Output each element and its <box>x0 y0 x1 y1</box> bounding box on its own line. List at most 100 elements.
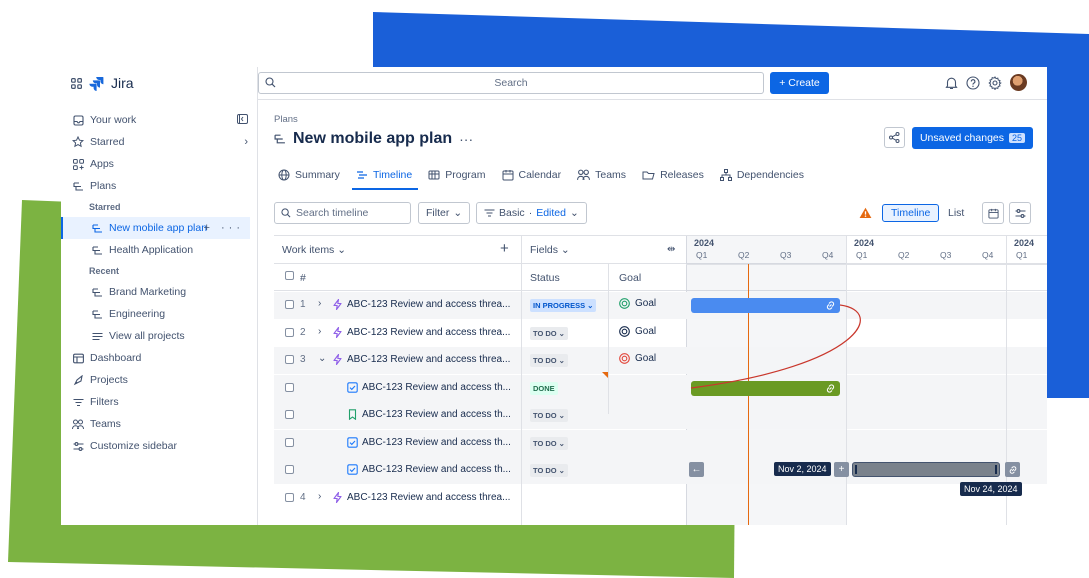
help-icon[interactable] <box>966 75 980 90</box>
drag-handle-end[interactable] <box>995 465 997 474</box>
global-search-input[interactable]: Search <box>258 72 764 94</box>
star-icon <box>72 136 84 148</box>
unsaved-changes-button[interactable]: Unsaved changes 25 <box>912 127 1033 149</box>
more-actions-button[interactable]: ··· <box>459 131 473 147</box>
table-row[interactable]: ABC-123 Review and access th... TO DO ⌄ <box>274 457 686 484</box>
timeline-bar-row-3d[interactable] <box>852 462 1000 477</box>
chevron-down-icon: ⌄ <box>558 356 565 365</box>
filter-button[interactable]: Filter ⌄ <box>418 202 471 224</box>
work-item-title[interactable]: ABC-123 Review and access threa... <box>347 327 510 338</box>
sidebar-item-view-all-projects[interactable]: View all projects <box>61 325 258 347</box>
expand-chevron-icon[interactable]: ⌄ <box>318 353 326 364</box>
sidebar-item-apps[interactable]: Apps <box>61 153 258 175</box>
sidebar-item-starred[interactable]: Starred › <box>61 131 258 153</box>
epic-type-icon <box>332 326 343 338</box>
fields-menu[interactable]: Fields ⌄ <box>530 244 570 256</box>
link-button[interactable] <box>1005 462 1020 477</box>
work-item-title[interactable]: ABC-123 Review and access th... <box>362 464 511 475</box>
table-row[interactable]: 1 › ABC-123 Review and access threa... IN P… <box>274 292 686 319</box>
scroll-to-bar-left-button[interactable]: ← <box>689 462 704 477</box>
table-row[interactable]: 4 › ABC-123 Review and access threa... <box>274 485 686 512</box>
warnings-button[interactable] <box>854 202 876 224</box>
add-date-button[interactable]: + <box>834 462 849 477</box>
settings-gear-icon[interactable] <box>988 75 1002 90</box>
status-lozenge[interactable]: TO DO ⌄ <box>530 409 568 422</box>
sidebar-item-health-application[interactable]: Health Application <box>61 239 258 261</box>
user-avatar[interactable] <box>1010 74 1027 91</box>
select-all-checkbox[interactable] <box>285 271 294 280</box>
tab-releases[interactable]: Releases <box>642 162 712 188</box>
expand-chevron-icon[interactable]: › <box>318 326 321 337</box>
row-checkbox[interactable] <box>285 492 294 502</box>
goal-target-icon <box>619 325 630 337</box>
sidebar-item-label: Plans <box>90 180 117 192</box>
topbar-actions <box>945 74 1027 91</box>
sidebar-item-brand-marketing[interactable]: Brand Marketing <box>61 281 258 303</box>
status-lozenge[interactable]: TO DO ⌄ <box>530 354 568 367</box>
row-checkbox[interactable] <box>285 410 294 419</box>
row-checkbox[interactable] <box>285 300 294 309</box>
search-timeline-input[interactable]: Search timeline <box>274 202 411 224</box>
status-lozenge[interactable]: TO DO ⌄ <box>530 436 568 450</box>
resize-columns-icon[interactable]: ⇹ <box>667 244 675 255</box>
sidebar-item-label: New mobile app plan <box>109 222 208 234</box>
table-row[interactable]: 3 ⌄ ABC-123 Review and access threa... TO D… <box>274 347 686 374</box>
work-item-title[interactable]: ABC-123 Review and access th... <box>362 437 511 448</box>
status-lozenge[interactable]: TO DO ⌄ <box>530 326 568 340</box>
goal-cell[interactable]: Goal <box>619 353 656 364</box>
goal-cell[interactable]: Goal <box>619 326 656 337</box>
notifications-bell-icon[interactable] <box>945 76 958 90</box>
tab-teams[interactable]: Teams <box>577 162 634 188</box>
sidebar-item-teams[interactable]: Teams <box>61 413 258 435</box>
view-toggle-list[interactable]: List <box>948 204 964 222</box>
work-item-title[interactable]: ABC-123 Review and access threa... <box>347 492 510 503</box>
tab-dependencies[interactable]: Dependencies <box>719 162 812 188</box>
row-checkbox[interactable] <box>285 355 294 364</box>
calendar-button[interactable] <box>982 202 1004 224</box>
create-button[interactable]: + Create <box>770 72 829 94</box>
sidebar-item-filters[interactable]: Filters <box>61 391 258 413</box>
tab-program[interactable]: Program <box>428 162 493 188</box>
status-lozenge[interactable]: DONE <box>530 381 558 395</box>
tab-timeline[interactable]: Timeline <box>351 162 420 190</box>
expand-chevron-icon[interactable]: › <box>318 298 321 309</box>
view-settings-button[interactable]: Basic · Edited ⌄ <box>476 202 587 224</box>
tab-summary[interactable]: Summary <box>278 162 348 188</box>
sidebar-item-dashboard[interactable]: Dashboard <box>61 347 258 369</box>
row-checkbox[interactable] <box>285 327 294 337</box>
work-item-title[interactable]: ABC-123 Review and access th... <box>362 409 511 420</box>
expand-chevron-icon[interactable]: › <box>318 491 321 502</box>
work-item-title[interactable]: ABC-123 Review and access threa... <box>347 299 510 310</box>
row-checkbox[interactable] <box>285 382 294 392</box>
table-row[interactable]: 2 › ABC-123 Review and access threa... TO D… <box>274 320 686 347</box>
breadcrumb[interactable]: Plans <box>274 114 298 125</box>
work-items-menu[interactable]: Work items ⌄ <box>282 244 346 256</box>
drag-handle-start[interactable] <box>855 465 857 474</box>
app-name[interactable]: Jira <box>111 75 134 91</box>
calendar-icon <box>502 170 513 181</box>
sidebar-item-projects[interactable]: Projects <box>61 369 258 391</box>
row-checkbox[interactable] <box>285 437 294 447</box>
goal-cell[interactable]: Goal <box>619 298 656 309</box>
work-item-title[interactable]: ABC-123 Review and access threa... <box>347 354 510 365</box>
tab-calendar[interactable]: Calendar <box>502 162 570 188</box>
table-row[interactable]: ABC-123 Review and access th... TO DO ⌄ <box>274 429 686 457</box>
view-options-button[interactable] <box>1009 202 1031 224</box>
table-row[interactable]: ABC-123 Review and access th... DONE <box>274 374 686 402</box>
sidebar-item-customize-sidebar[interactable]: Customize sidebar <box>61 435 258 457</box>
share-button[interactable] <box>884 127 905 148</box>
view-toggle-timeline[interactable]: Timeline <box>882 204 940 222</box>
row-checkbox[interactable] <box>285 465 294 474</box>
sidebar-item-engineering[interactable]: Engineering <box>61 303 258 325</box>
table-row[interactable]: ABC-123 Review and access th... TO DO ⌄ <box>274 402 686 429</box>
sidebar-item-new-mobile-app-plan[interactable]: New mobile app plan + ··· <box>61 217 250 239</box>
add-work-item-button[interactable]: + <box>500 240 509 257</box>
plan-actions[interactable]: + ··· <box>204 222 244 234</box>
collapse-sidebar-icon[interactable] <box>237 113 248 127</box>
sidebar-item-plans[interactable]: Plans <box>61 175 258 197</box>
app-switcher-icon[interactable] <box>71 77 82 89</box>
status-lozenge[interactable]: IN PROGRESS ⌄ <box>530 299 597 312</box>
work-item-title[interactable]: ABC-123 Review and access th... <box>362 382 511 393</box>
status-lozenge[interactable]: TO DO ⌄ <box>530 464 568 477</box>
sidebar-item-your-work[interactable]: Your work <box>61 109 258 131</box>
